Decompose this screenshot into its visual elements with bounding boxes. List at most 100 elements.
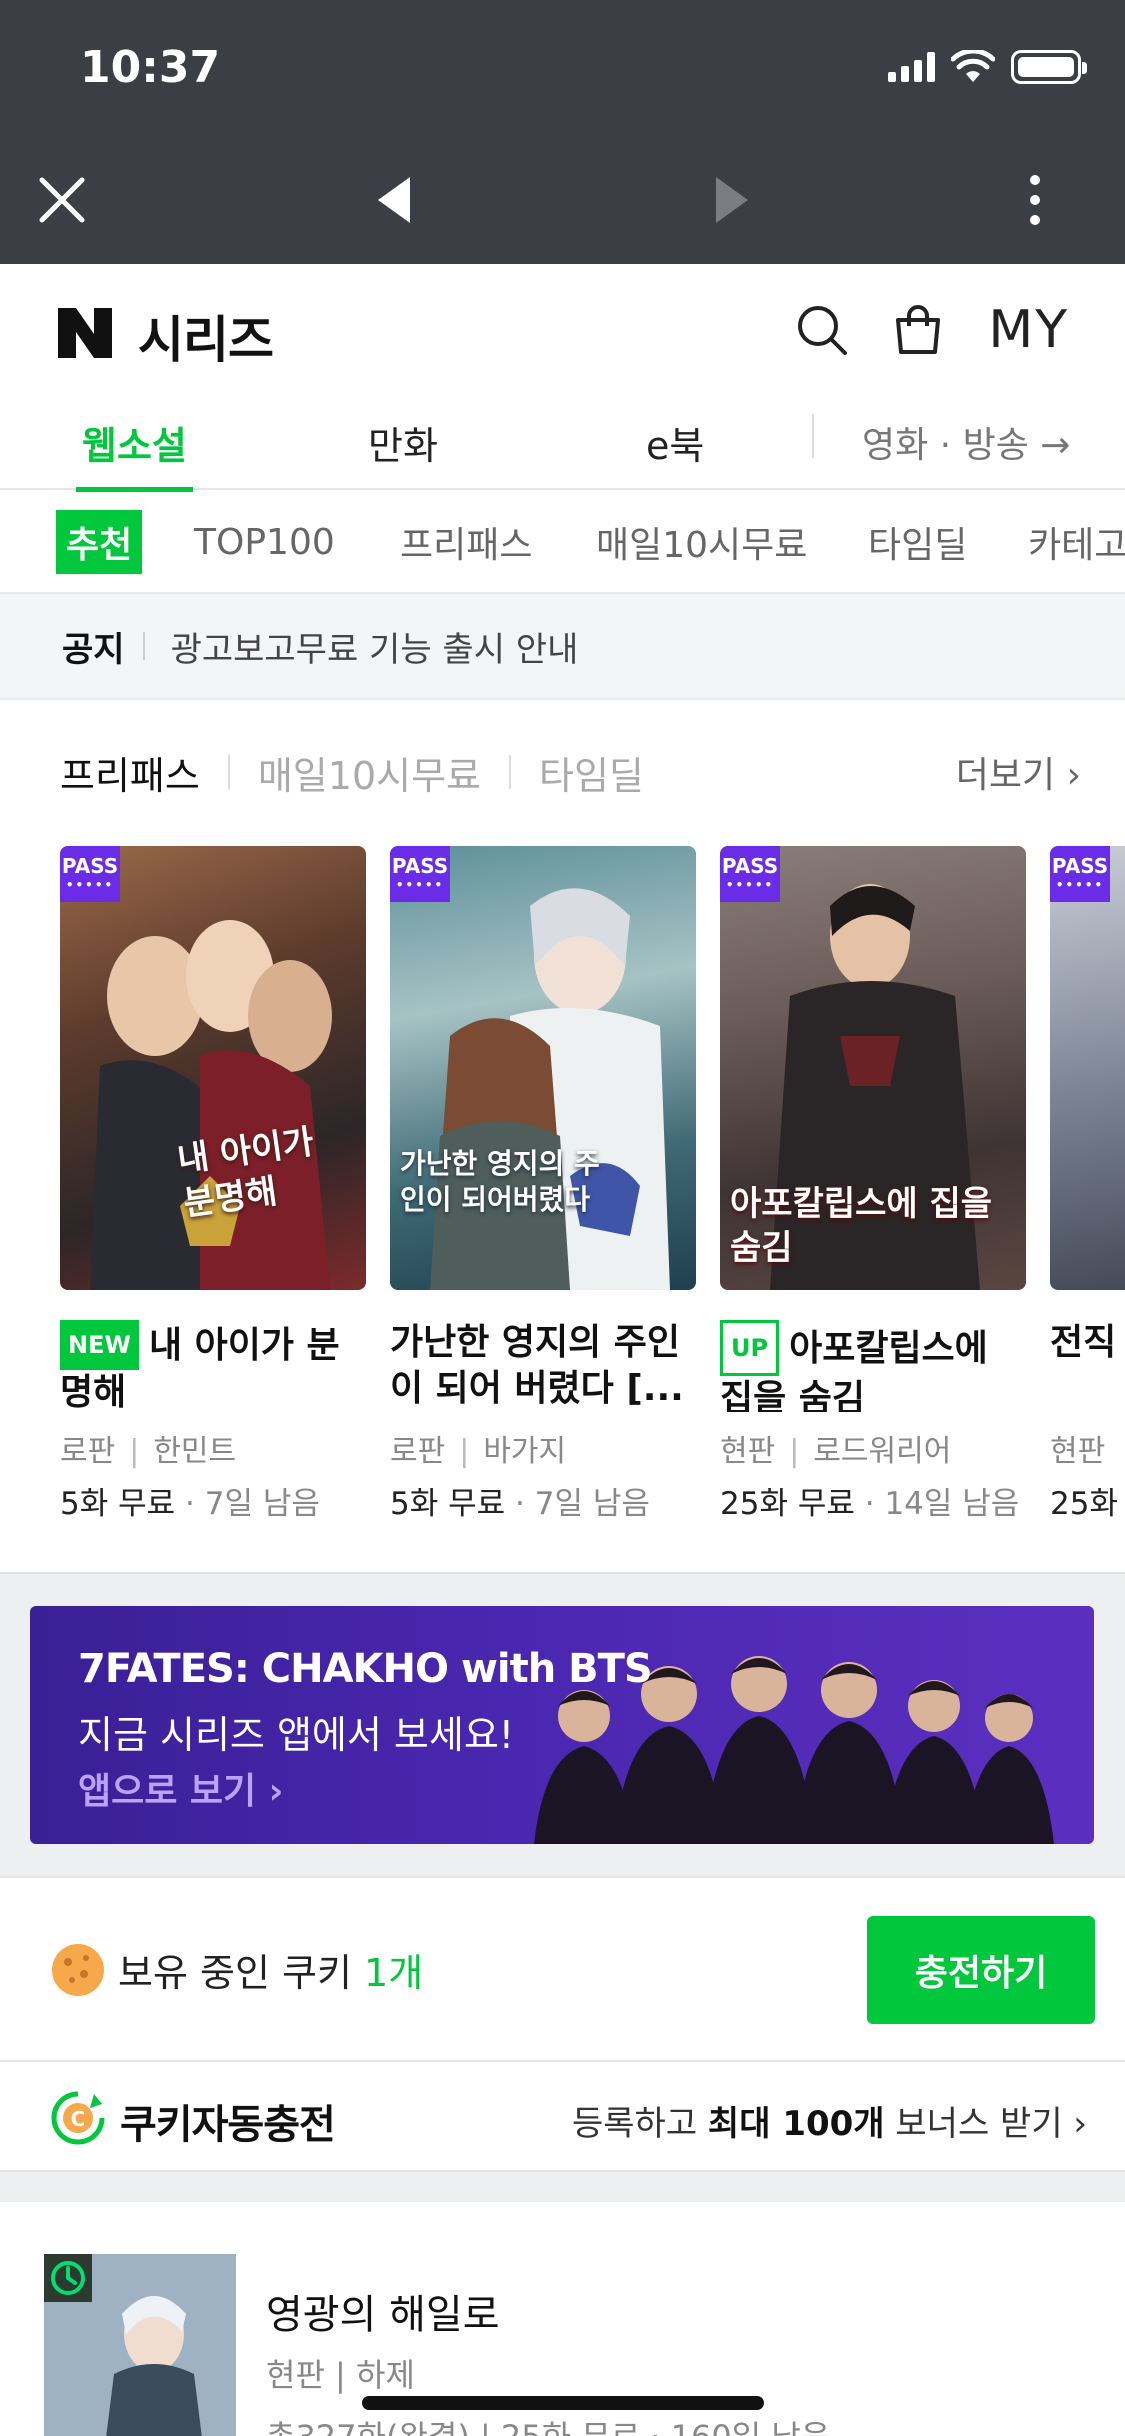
section-tab-daily-free[interactable]: 매일10시무료 — [258, 745, 481, 800]
cover-art — [430, 888, 670, 1290]
cover-image: 가난한 영지의 주인이 되어버렸다 PASS ••••• — [390, 846, 696, 1290]
card-title: 가난한 영지의 주인이 되어 버렸다 [... — [390, 1322, 684, 1409]
card-free-info: 5화 무료 · 7일 남음 — [60, 1478, 366, 1523]
tab-ebook[interactable]: e북 — [646, 394, 704, 490]
notice-label: 공지 — [62, 629, 125, 670]
search-icon[interactable] — [796, 304, 848, 356]
battery-icon — [1011, 50, 1087, 84]
header-actions: MY — [796, 300, 1069, 360]
home-indicator[interactable] — [362, 2396, 764, 2410]
pass-label: PASS — [1051, 854, 1109, 878]
card-remain: · 7일 남음 — [515, 1486, 650, 1522]
auto-desc-bold: 최대 100개 — [707, 2104, 885, 2144]
pass-label: PASS — [721, 854, 779, 878]
cover-image: 아포칼립스에 집을 숨김 PASS ••••• — [720, 846, 1026, 1290]
forward-arrow-icon[interactable] — [708, 160, 756, 240]
card-genre: 로판 — [60, 1434, 116, 1469]
subtab-category[interactable]: 카테고 — [1028, 490, 1125, 592]
pass-badge: PASS ••••• — [390, 846, 450, 902]
card-free: 5화 무료 — [390, 1486, 506, 1522]
pass-badge: PASS ••••• — [720, 846, 780, 902]
auto-charge-row[interactable]: C 쿠키자동충전 등록하고 최대 100개 보너스 받기 › — [0, 2062, 1125, 2172]
card-author: 한민트 — [153, 1434, 237, 1469]
more-link[interactable]: 더보기 › — [956, 744, 1081, 800]
card-free-info: 5화 무료 · 7일 남음 — [390, 1478, 696, 1523]
card-title-wrap: UP 아포칼립스에 집을 숨김 — [720, 1320, 1026, 1412]
shopping-bag-icon[interactable] — [892, 304, 944, 356]
subtab-top100[interactable]: TOP100 — [194, 490, 335, 592]
auto-desc-pre: 등록하고 — [571, 2104, 708, 2144]
card-free: 5화 무료 — [60, 1486, 176, 1522]
cover-image: PASS ••••• — [1050, 846, 1125, 1290]
auto-charge-icon: C — [51, 2091, 105, 2145]
subtab-daily-free[interactable]: 매일10시무료 — [596, 490, 807, 592]
series-card[interactable]: 아포칼립스에 집을 숨김 PASS ••••• UP 아포칼립스에 집을 숨김 현판… — [720, 846, 1026, 1523]
card-carousel: 내 아이가 분명해 PASS ••••• NEW 내 아이가 분명해 로판 | 한민트 … — [0, 846, 1125, 1526]
cookie-count: 1개 — [364, 1951, 424, 1995]
naver-n-logo-icon[interactable] — [58, 308, 112, 358]
cover-title-art: 아포칼립스에 집을 숨김 — [730, 1184, 993, 1268]
banner-headline: 7FATES: CHAKHO with BTS — [78, 1646, 653, 1692]
subtab-recommend[interactable]: 추천 — [56, 490, 143, 592]
pass-badge: PASS ••••• — [60, 846, 120, 902]
tab-divider — [812, 414, 814, 458]
app-title[interactable]: 시리즈 — [138, 300, 274, 372]
pass-label: PASS — [391, 854, 449, 878]
sub-tabs: 추천 TOP100 프리패스 매일10시무료 타임딜 카테고 — [0, 490, 1125, 594]
notice-text: 광고보고무료 기능 출시 안내 — [170, 629, 579, 670]
banner-cta[interactable]: 앱으로 보기 › — [78, 1762, 284, 1814]
auto-desc-post: 보너스 받기 › — [884, 2104, 1087, 2144]
series-card[interactable]: 가난한 영지의 주인이 되어버렸다 PASS ••••• 가난한 영지의 주인이 … — [390, 846, 696, 1523]
auto-charge-desc: 등록하고 최대 100개 보너스 받기 › — [572, 2096, 1087, 2145]
card-meta: 현판 — [1050, 1426, 1125, 1470]
section-divider — [509, 755, 511, 789]
card-author: 바가지 — [483, 1434, 567, 1469]
card-meta: 로판 | 바가지 — [390, 1426, 696, 1470]
charge-button[interactable]: 충전하기 — [867, 1916, 1095, 2024]
card-genre: 현판 — [720, 1434, 776, 1469]
card-free-info: 25화 — [1050, 1478, 1125, 1523]
more-vertical-icon[interactable] — [1020, 160, 1050, 240]
section-tab-timedeal[interactable]: 타임딜 — [539, 745, 644, 800]
card-remain-text: 7일 남음 — [534, 1486, 650, 1522]
section-divider — [227, 755, 230, 789]
browser-chrome: 10:37 — [0, 0, 1125, 264]
list-item-meta-2: 총327화(완결) | 25화 무료 · 160일 남음 — [266, 2412, 830, 2436]
list-item-title: 영광의 해일로 — [266, 2292, 500, 2338]
tab-webnovel[interactable]: 웹소설 — [76, 394, 193, 492]
card-meta: 현판 | 로드워리어 — [720, 1426, 1026, 1470]
banner-people-image — [534, 1656, 1054, 1844]
subtab-freepass[interactable]: 프리패스 — [400, 490, 532, 592]
card-genre: 로판 — [390, 1434, 446, 1469]
new-badge: NEW — [60, 1320, 139, 1370]
signal-icon — [888, 52, 935, 82]
card-remain: · 14일 남음 — [864, 1486, 1020, 1522]
tab-movie-broadcast[interactable]: 영화 · 방송 → — [862, 394, 1070, 490]
card-remain-text: 14일 남음 — [884, 1486, 1020, 1522]
pass-label: PASS — [61, 854, 119, 878]
cookie-balance-row: 보유 중인 쿠키 1개 충전하기 — [0, 1876, 1125, 2062]
wifi-icon — [951, 50, 995, 82]
notice-bar[interactable]: 공지 광고보고무료 기능 출시 안내 — [0, 594, 1125, 700]
pass-badge: PASS ••••• — [1050, 846, 1110, 902]
close-icon[interactable] — [30, 160, 94, 240]
series-card[interactable]: 내 아이가 분명해 PASS ••••• NEW 내 아이가 분명해 로판 | 한민트 … — [60, 846, 366, 1523]
card-title-wrap: 전직 퇴마 — [1050, 1320, 1125, 1412]
my-button[interactable]: MY — [988, 300, 1069, 360]
list-item-meta: 현판 | 하제 — [266, 2356, 415, 2394]
card-title-wrap: NEW 내 아이가 분명해 — [60, 1320, 366, 1412]
cover-title-art: 가난한 영지의 주인이 되어버렸다 — [400, 1147, 600, 1216]
svg-text:C: C — [71, 2107, 86, 2131]
banner-subtitle: 지금 시리즈 앱에서 보세요! — [78, 1713, 515, 1757]
card-free: 25화 — [1050, 1486, 1118, 1522]
back-arrow-icon[interactable] — [370, 160, 418, 240]
section-tab-freepass[interactable]: 프리패스 — [60, 745, 200, 800]
list-thumbnail — [44, 2254, 236, 2436]
promo-banner[interactable]: 7FATES: CHAKHO with BTS 지금 시리즈 앱에서 보세요! … — [30, 1606, 1094, 1844]
tab-comics[interactable]: 만화 — [368, 394, 438, 490]
meta-divider: | — [459, 1434, 470, 1469]
series-card[interactable]: PASS••••• 전직 퇴마 현판 25화 — [1050, 846, 1125, 1523]
meta-divider: | — [129, 1434, 140, 1469]
subtab-timedeal[interactable]: 타임딜 — [868, 490, 967, 592]
status-time: 10:37 — [80, 42, 221, 93]
